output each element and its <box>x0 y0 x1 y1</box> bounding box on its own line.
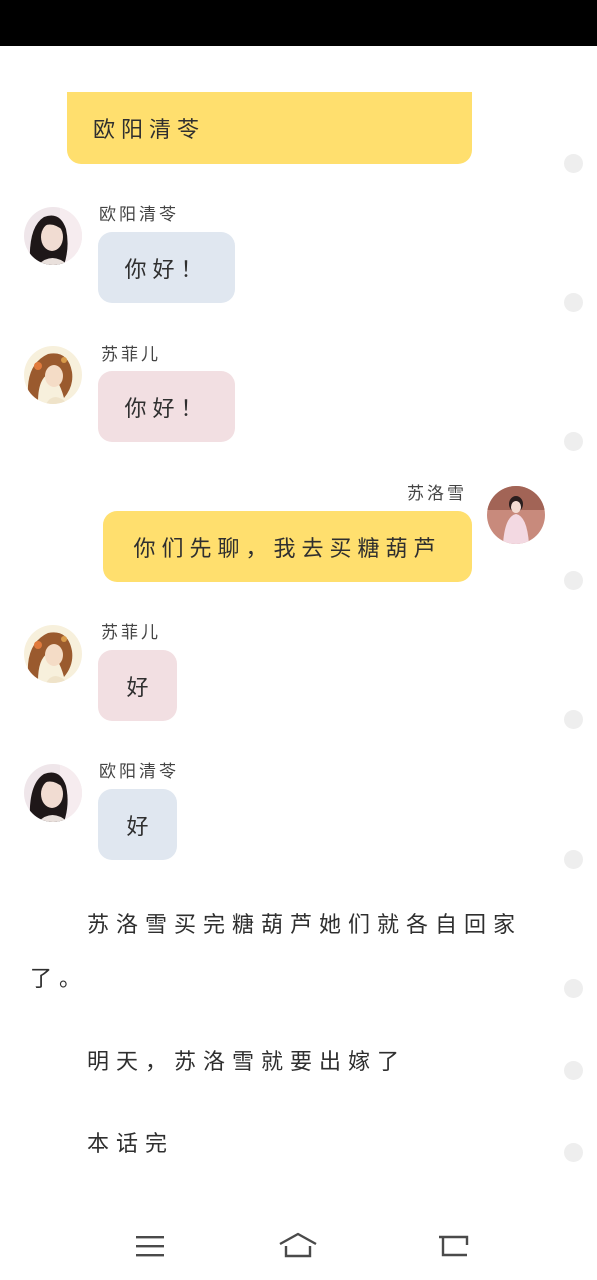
message-text: 你好！ <box>124 396 209 422</box>
scroll-dot[interactable] <box>564 571 583 590</box>
sender-name: 欧阳清苓 <box>99 762 179 782</box>
home-button[interactable] <box>278 1226 318 1266</box>
avatar-sufeier[interactable] <box>24 625 82 683</box>
scroll-dot[interactable] <box>564 1143 583 1162</box>
portrait-icon <box>24 764 82 822</box>
home-icon <box>279 1232 317 1258</box>
scroll-dot[interactable] <box>564 432 583 451</box>
portrait-icon <box>24 346 82 404</box>
navigation-bar <box>0 1208 597 1280</box>
avatar-sufeier[interactable] <box>24 346 82 404</box>
sender-name: 苏菲儿 <box>101 623 161 643</box>
sender-name: 欧阳清苓 <box>99 205 179 225</box>
scroll-dot[interactable] <box>564 154 583 173</box>
message-bubble[interactable]: 好 <box>98 650 177 721</box>
narration-text: 明天，苏洛雪就要出嫁了 <box>87 1050 407 1075</box>
sender-name: 苏洛雪 <box>407 484 467 504</box>
message-text: 你们先聊，我去买糖葫芦 <box>133 536 442 562</box>
back-button[interactable] <box>434 1226 474 1266</box>
avatar-ouyang[interactable] <box>24 764 82 822</box>
scroll-dot[interactable] <box>564 979 583 998</box>
message-bubble[interactable]: 你好！ <box>98 232 235 303</box>
message-bubble[interactable]: 好 <box>98 789 177 860</box>
back-icon <box>439 1235 469 1257</box>
scroll-dot[interactable] <box>564 850 583 869</box>
status-bar <box>0 0 597 46</box>
message-bubble-self[interactable]: 你们先聊，我去买糖葫芦 <box>103 511 472 582</box>
portrait-icon <box>487 486 545 544</box>
scroll-dot[interactable] <box>564 1061 583 1080</box>
sender-name: 苏菲儿 <box>101 345 161 365</box>
message-text: 好 <box>126 675 149 701</box>
scroll-dot[interactable] <box>564 293 583 312</box>
portrait-icon <box>24 625 82 683</box>
message-text: 欧阳清苓 <box>93 118 206 143</box>
narration-text: 苏洛雪买完糖葫芦她们就各自回家 <box>87 913 523 938</box>
message-text: 你好！ <box>124 257 209 283</box>
scroll-dot[interactable] <box>564 710 583 729</box>
menu-icon <box>136 1236 164 1257</box>
message-text: 好 <box>126 814 149 840</box>
menu-button[interactable] <box>130 1226 170 1266</box>
narration-text: 了。 <box>30 967 89 992</box>
avatar-ouyang[interactable] <box>24 207 82 265</box>
message-bubble-self[interactable]: 欧阳清苓 <box>67 92 472 164</box>
narration-text: 本话完 <box>87 1132 175 1157</box>
avatar-suluoxue[interactable] <box>487 486 545 544</box>
message-bubble[interactable]: 你好！ <box>98 371 235 442</box>
portrait-icon <box>24 207 82 265</box>
